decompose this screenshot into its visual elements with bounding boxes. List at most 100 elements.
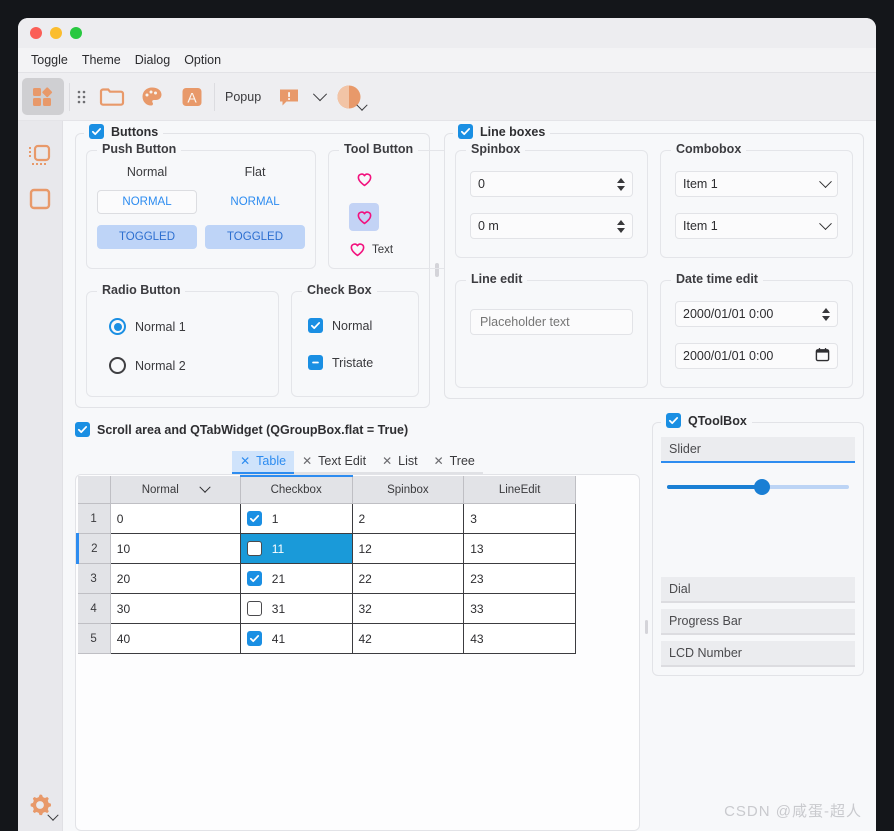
table-cell-lineedit-2[interactable]: 13 — [463, 533, 576, 564]
date-time-edit-calendar[interactable]: 2000/01/01 0:00 — [675, 343, 838, 369]
line-boxes-groupbox-title[interactable]: Line boxes — [453, 124, 551, 139]
table-row-header-3[interactable]: 3 — [77, 563, 111, 594]
push-button-flat-normal[interactable]: NORMAL — [205, 190, 305, 214]
checkbox-option-tristate[interactable]: Tristate — [308, 355, 408, 370]
spinbox-integer[interactable]: 0 — [470, 171, 633, 197]
grip-handle-icon[interactable] — [72, 78, 92, 115]
tool-button-with-text[interactable]: Text — [349, 241, 393, 258]
close-icon-tab-tree[interactable]: ✕ — [434, 455, 444, 467]
table-cell-checkbox-2[interactable]: 11 — [239, 533, 353, 564]
scroll-groupbox-title[interactable]: Scroll area and QTabWidget (QGroupBox.fl… — [75, 422, 640, 437]
table-row-header-5[interactable]: 5 — [77, 623, 111, 654]
toolbox-page-slider[interactable]: Slider — [661, 437, 855, 463]
date-time-down-icon[interactable] — [822, 315, 830, 321]
buttons-groupbox-checkbox[interactable] — [89, 124, 104, 139]
table-checkbox-1[interactable] — [246, 511, 262, 526]
popup-button[interactable]: Popup — [217, 90, 269, 104]
chevron-down-icon-combo-1[interactable] — [819, 174, 832, 188]
combobox-1[interactable]: Item 1 — [675, 171, 838, 197]
slider-handle[interactable] — [753, 479, 770, 495]
chevron-down-icon-combo-2[interactable] — [819, 216, 832, 230]
table-cell-normal-5[interactable]: 40 — [109, 623, 241, 654]
spinbox-double[interactable]: 0 m — [470, 213, 633, 239]
sidebar-item-frame-dotted[interactable] — [22, 137, 58, 173]
spinbox-down-icon[interactable] — [617, 185, 625, 191]
table-cell-normal-1[interactable]: 0 — [109, 503, 241, 534]
minimize-window-button[interactable] — [50, 27, 62, 39]
table-cell-normal-4[interactable]: 30 — [109, 593, 241, 624]
table-cell-normal-2[interactable]: 10 — [109, 533, 241, 564]
table-row[interactable]: 2 10 11 12 13 — [76, 533, 576, 564]
folder-icon[interactable] — [92, 78, 132, 115]
palette-icon[interactable] — [132, 78, 172, 115]
table-row[interactable]: 5 40 41 42 43 — [77, 623, 576, 654]
tool-button-checked[interactable] — [349, 203, 379, 231]
table-cell-lineedit-3[interactable]: 23 — [463, 563, 576, 594]
table-checkbox-2[interactable] — [246, 541, 262, 556]
menu-item-option[interactable]: Option — [177, 51, 228, 69]
contrast-circle-icon[interactable] — [331, 78, 368, 115]
widgets-icon[interactable] — [22, 78, 64, 115]
table-cell-spinbox-5[interactable]: 42 — [351, 623, 465, 654]
menu-item-toggle[interactable]: Toggle — [24, 51, 75, 69]
table-corner-button[interactable] — [77, 476, 111, 504]
spinbox-double-down-icon[interactable] — [617, 227, 625, 233]
close-icon-tab-text-edit[interactable]: ✕ — [302, 455, 312, 467]
sort-chevron-down-icon[interactable] — [199, 481, 211, 493]
spinbox-double-arrows[interactable] — [617, 219, 625, 233]
toolbox-page-lcd-number[interactable]: LCD Number — [661, 641, 855, 667]
push-button-flat-toggled[interactable]: TOGGLED — [205, 225, 305, 249]
checkbox-option-normal[interactable]: Normal — [308, 318, 408, 333]
close-icon-tab-table[interactable]: ✕ — [240, 455, 250, 467]
table-cell-spinbox-4[interactable]: 32 — [351, 593, 465, 624]
table-cell-spinbox-1[interactable]: 2 — [351, 503, 465, 534]
sidebar-settings-button[interactable] — [20, 783, 60, 827]
table-row-header-4[interactable]: 4 — [77, 593, 111, 624]
radio-option-normal-2[interactable]: Normal 2 — [109, 357, 268, 374]
date-time-up-icon[interactable] — [822, 307, 830, 313]
date-time-spin-arrows[interactable] — [822, 307, 830, 321]
tab-table[interactable]: ✕ Table — [232, 451, 295, 474]
table-cell-lineedit-1[interactable]: 3 — [463, 503, 576, 534]
table-cell-lineedit-5[interactable]: 43 — [463, 623, 576, 654]
scroll-groupbox-checkbox[interactable] — [75, 422, 90, 437]
tab-text-edit[interactable]: ✕ Text Edit — [294, 451, 375, 474]
table-row[interactable]: 3 20 21 22 23 — [77, 563, 576, 594]
tool-button-plain[interactable] — [349, 165, 379, 193]
spinbox-integer-arrows[interactable] — [617, 177, 625, 191]
table-row[interactable]: 4 30 31 32 33 — [77, 593, 576, 624]
menu-item-dialog[interactable]: Dialog — [128, 51, 177, 69]
popup-dropdown-arrow[interactable] — [309, 78, 331, 115]
checkbox-indicator-tristate[interactable] — [308, 355, 323, 370]
table-cell-normal-3[interactable]: 20 — [109, 563, 241, 594]
spinbox-double-up-icon[interactable] — [617, 219, 625, 225]
sidebar-item-square[interactable] — [22, 181, 58, 217]
close-window-button[interactable] — [30, 27, 42, 39]
table-row-header-1[interactable]: 1 — [77, 503, 111, 534]
toolbox-page-progress-bar[interactable]: Progress Bar — [661, 609, 855, 635]
tab-list[interactable]: ✕ List — [374, 451, 426, 474]
table-header-normal[interactable]: Normal — [110, 476, 241, 504]
table-row-header-2[interactable]: 2 — [76, 533, 111, 564]
warning-balloon-icon[interactable] — [269, 78, 309, 115]
table-cell-checkbox-4[interactable]: 31 — [239, 593, 353, 624]
table-header-lineedit[interactable]: LineEdit — [463, 476, 576, 504]
maximize-window-button[interactable] — [70, 27, 82, 39]
slider[interactable] — [667, 479, 849, 495]
tab-tree[interactable]: ✕ Tree — [425, 451, 483, 474]
line-edit-input[interactable] — [470, 309, 633, 335]
table-row[interactable]: 1 0 1 2 3 — [77, 503, 576, 534]
combobox-2[interactable]: Item 1 — [675, 213, 838, 239]
table-checkbox-4[interactable] — [246, 601, 262, 616]
spinbox-up-icon[interactable] — [617, 177, 625, 183]
table-cell-lineedit-4[interactable]: 33 — [463, 593, 576, 624]
push-button-toggled[interactable]: TOGGLED — [97, 225, 197, 249]
date-time-edit-spin[interactable]: 2000/01/01 0:00 — [675, 301, 838, 327]
font-icon[interactable]: A — [172, 78, 212, 115]
radio-option-normal-1[interactable]: Normal 1 — [109, 318, 268, 335]
table-cell-spinbox-3[interactable]: 22 — [351, 563, 465, 594]
table-header-spinbox[interactable]: Spinbox — [352, 476, 465, 504]
menu-item-theme[interactable]: Theme — [75, 51, 128, 69]
vertical-splitter[interactable] — [640, 422, 652, 831]
vertical-splitter-grip[interactable] — [644, 619, 648, 634]
